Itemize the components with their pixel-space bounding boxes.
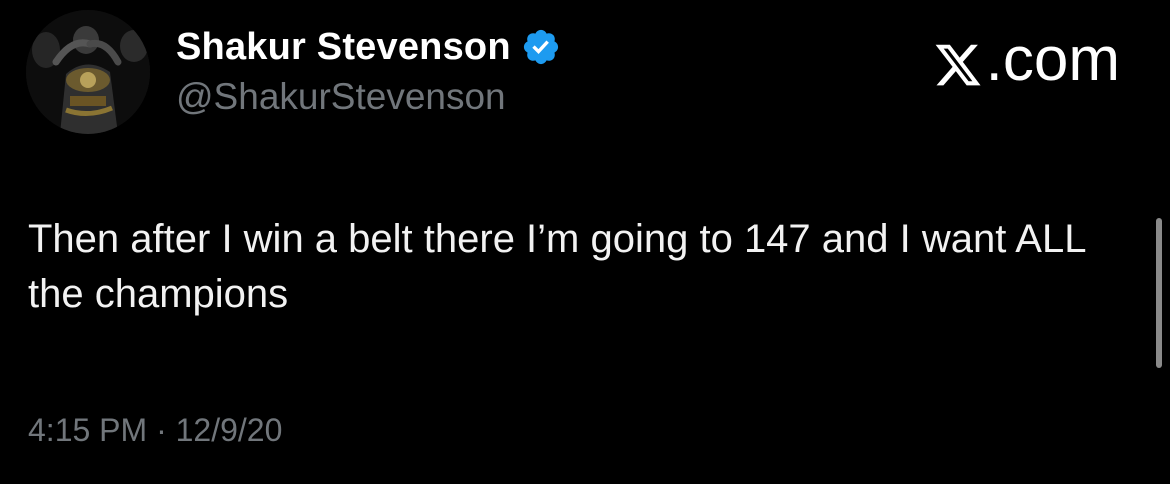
x-logo-icon [932,34,984,86]
author-identity: Shakur Stevenson @ShakurStevenson [176,22,561,118]
author-display-name[interactable]: Shakur Stevenson [176,26,511,69]
avatar[interactable] [26,10,150,134]
name-row: Shakur Stevenson [176,22,561,72]
brand-domain-text: .com [985,24,1120,94]
tweet-card: Shakur Stevenson @ShakurStevenson .com T… [0,0,1170,484]
tweet-timestamp[interactable]: 4:15 PM · 12/9/20 [28,412,282,449]
avatar-image [26,10,150,134]
author-handle[interactable]: @ShakurStevenson [176,76,561,118]
scrollbar[interactable] [1156,218,1162,368]
tweet-text: Then after I win a belt there I’m going … [28,217,1085,316]
brand-watermark: .com [932,24,1120,94]
verified-badge-icon [521,27,561,67]
